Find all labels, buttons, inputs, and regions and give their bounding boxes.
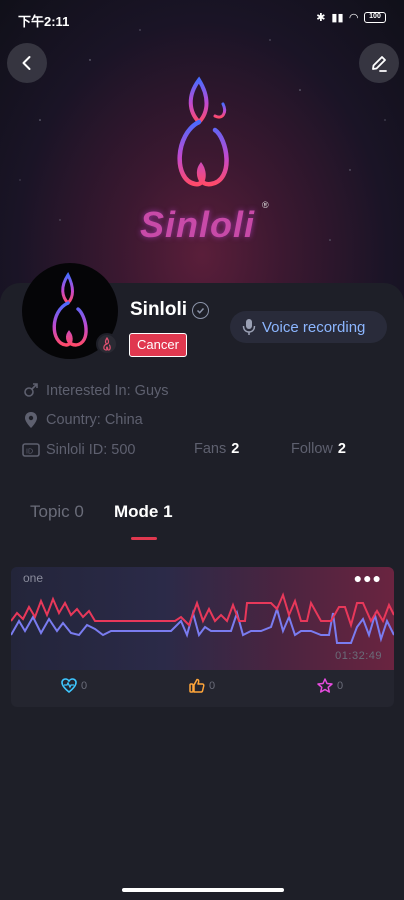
heart-action[interactable]: 0 [61,678,87,693]
mini-flame-icon [103,337,111,351]
location-pin-icon [22,411,40,429]
id-card-icon: ID [22,441,40,459]
svg-text:ID: ID [26,449,33,456]
follow-count: 2 [337,441,346,457]
gender-icon [22,382,40,400]
star-icon [317,678,333,693]
pencil-icon [372,56,387,72]
country-text: Country: China [46,412,143,428]
heart-pulse-icon [61,678,77,693]
sinloli-flame-logo [177,76,229,187]
mode-duration: 01:32:49 [335,650,382,662]
status-bar: 下午2:11 ✱ ▮▮ ◠ 100 [0,0,404,38]
user-id-text: Sinloli ID: 500 [46,442,136,458]
home-indicator[interactable] [122,888,284,892]
interested-in-text: Interested In: Guys [46,383,169,399]
profile-screen: 下午2:11 ✱ ▮▮ ◠ 100 Sinloli ® Sinloli Canc… [0,0,404,900]
verified-icon [192,302,209,319]
chevron-left-icon [22,56,31,70]
mode-title: one [23,571,44,585]
follow-stat[interactable]: Follow 2 [291,441,346,457]
like-count: 0 [209,679,216,692]
wifi-icon: ◠ [349,12,358,24]
tab-mode[interactable]: Mode 1 [114,502,173,522]
signal-icon: ▮▮ [331,12,344,24]
battery-icon: 100 [364,12,386,23]
registered-mark: ® [262,200,269,210]
microphone-icon [238,316,260,338]
status-time: 下午2:11 [18,14,70,29]
waveform-graph [11,592,394,644]
active-tab-indicator [131,537,157,540]
voice-recording-label: Voice recording [262,318,366,336]
like-action[interactable]: 0 [189,678,215,693]
profile-hero: 下午2:11 ✱ ▮▮ ◠ 100 Sinloli ® [0,0,404,300]
brand-wordmark: Sinloli [140,204,255,245]
fans-stat[interactable]: Fans 2 [194,441,239,457]
favorite-count: 0 [337,679,344,692]
fans-label: Fans [194,441,227,457]
back-button[interactable] [7,43,47,83]
avatar-badge [96,333,118,355]
interested-in-row: Interested In: Guys [22,382,169,400]
profile-name: Sinloli [130,299,187,320]
thumbs-up-icon [189,678,205,693]
fans-count: 2 [231,441,240,457]
tab-topic[interactable]: Topic 0 [30,502,84,522]
follow-label: Follow [291,441,333,457]
edit-profile-button[interactable] [359,43,399,83]
favorite-action[interactable]: 0 [317,678,343,693]
user-id-row: ID Sinloli ID: 500 [22,441,135,459]
more-options-icon[interactable]: ●●● [354,570,382,586]
voice-recording-button[interactable]: Voice recording [230,311,387,343]
heart-count: 0 [81,679,88,692]
country-row: Country: China [22,411,143,429]
zodiac-badge: Cancer [129,333,187,357]
bluetooth-icon: ✱ [316,12,326,24]
